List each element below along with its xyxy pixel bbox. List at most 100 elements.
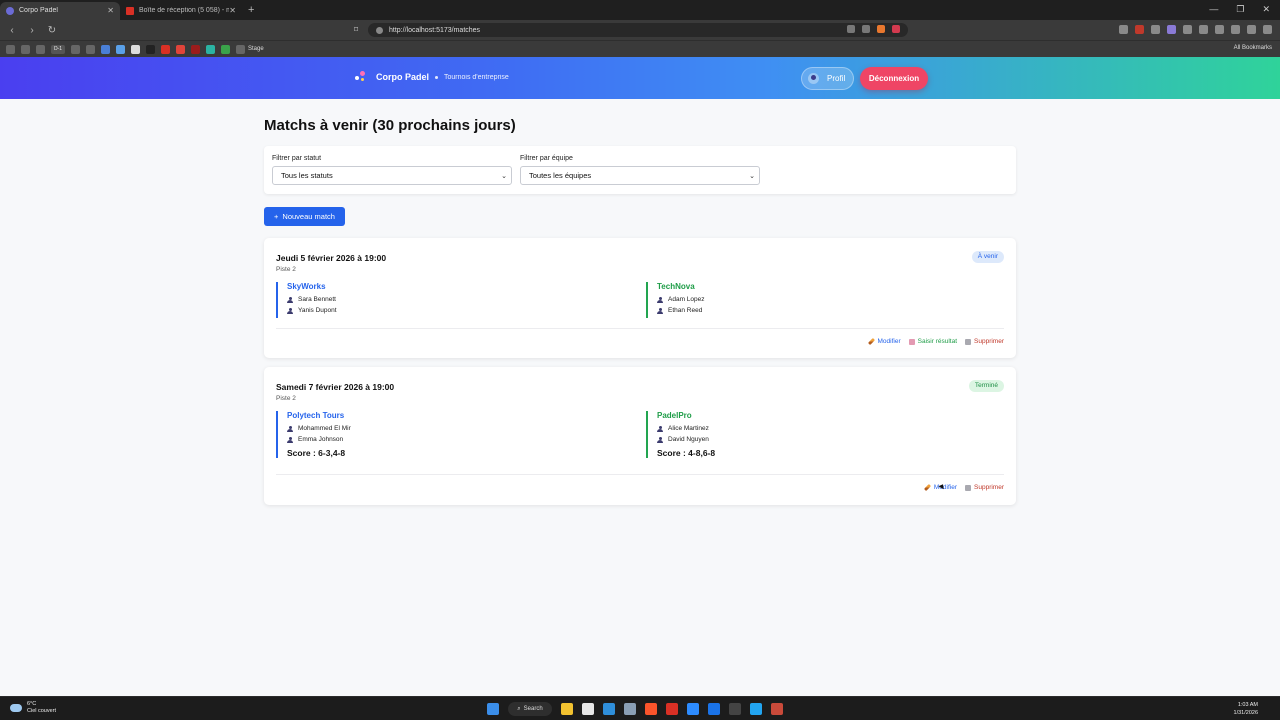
bookmark-folder-label: Stage bbox=[248, 46, 264, 52]
bookmark-icon[interactable] bbox=[36, 44, 45, 54]
brave-rewards-icon[interactable] bbox=[892, 25, 900, 33]
restore-icon[interactable]: ❐ bbox=[1236, 4, 1244, 15]
edge-icon[interactable] bbox=[603, 703, 615, 715]
tab-label: Corpo Padel bbox=[19, 7, 58, 14]
enter-result-button[interactable]: Saisir résultat bbox=[908, 338, 958, 345]
bookmark-icon[interactable] bbox=[6, 44, 15, 54]
search-icon: ⌕ bbox=[517, 705, 521, 712]
team-filter-label: Filtrer par équipe bbox=[520, 155, 573, 162]
match-card: Samedi 7 février 2026 à 19:00 Piste 2 Te… bbox=[264, 367, 1016, 505]
sidebar-icon[interactable] bbox=[1215, 25, 1224, 34]
vpn-icon[interactable] bbox=[1247, 25, 1256, 34]
gmail-icon[interactable] bbox=[666, 703, 678, 715]
match-actions: Modifier Supprimer bbox=[923, 483, 1004, 492]
player: Alice Martinez bbox=[657, 425, 715, 432]
bookmark-folder-stage[interactable]: Stage bbox=[236, 44, 264, 54]
player-name: Emma Johnson bbox=[298, 436, 344, 443]
bookmark-icon[interactable] bbox=[176, 44, 185, 54]
zoom-icon[interactable] bbox=[687, 703, 699, 715]
extension-icon[interactable] bbox=[1183, 25, 1192, 34]
weather-widget[interactable]: 6°C Ciel couvert bbox=[10, 701, 56, 715]
reload-icon[interactable]: ↻ bbox=[44, 25, 60, 36]
status-badge: Terminé bbox=[968, 380, 1004, 392]
tab-corpo-padel[interactable]: Corpo Padel ✕ bbox=[0, 1, 120, 20]
close-window-icon[interactable]: ✕ bbox=[1262, 4, 1270, 15]
minimize-icon[interactable]: — bbox=[1209, 4, 1218, 15]
app-icon[interactable] bbox=[708, 703, 720, 715]
extension-icon[interactable] bbox=[1151, 25, 1160, 34]
delete-button[interactable]: Supprimer bbox=[965, 484, 1004, 491]
match-court: Piste 2 bbox=[276, 266, 296, 273]
delete-button[interactable]: Supprimer bbox=[965, 338, 1004, 345]
match-date: Samedi 7 février 2026 à 19:00 bbox=[276, 382, 395, 392]
app-icon[interactable] bbox=[729, 703, 741, 715]
divider bbox=[276, 474, 1004, 475]
wallet-icon[interactable] bbox=[1231, 25, 1240, 34]
forward-icon[interactable]: › bbox=[24, 25, 40, 36]
taskbar-apps: ⌕ Search bbox=[487, 702, 783, 716]
bookmark-icon[interactable] bbox=[21, 44, 30, 54]
vscode-icon[interactable] bbox=[750, 703, 762, 715]
brave-shield-icon[interactable] bbox=[877, 25, 885, 33]
plus-icon: + bbox=[274, 212, 279, 221]
player: Ethan Reed bbox=[657, 307, 705, 314]
chevron-down-icon: ⌄ bbox=[501, 172, 507, 180]
edit-button[interactable]: Modifier bbox=[867, 337, 901, 346]
calendar-icon[interactable] bbox=[582, 703, 594, 715]
photos-icon[interactable] bbox=[624, 703, 636, 715]
brave-icon[interactable] bbox=[645, 703, 657, 715]
bookmark-icon[interactable] bbox=[116, 44, 125, 54]
team-a: SkyWorks Sara Bennett Yanis Dupont bbox=[276, 282, 337, 318]
logout-button[interactable]: Déconnexion bbox=[860, 67, 928, 90]
new-tab-icon[interactable]: + bbox=[248, 4, 254, 16]
bookmark-icon[interactable]: ⌑ bbox=[354, 25, 358, 34]
key-icon[interactable] bbox=[847, 25, 855, 33]
url-bar[interactable]: http://localhost:5173/matches bbox=[368, 23, 908, 37]
team-select[interactable]: Toutes les équipes ⌄ bbox=[520, 166, 760, 185]
all-bookmarks[interactable]: All Bookmarks bbox=[1234, 45, 1272, 51]
player: Emma Johnson bbox=[287, 436, 351, 443]
player-name: David Nguyen bbox=[668, 436, 709, 443]
menu-icon[interactable] bbox=[1263, 25, 1272, 34]
user-icon bbox=[657, 436, 663, 443]
extension-icon[interactable] bbox=[1135, 25, 1144, 34]
app-icon[interactable] bbox=[771, 703, 783, 715]
bookmark-icon[interactable] bbox=[191, 44, 200, 54]
brand[interactable]: Corpo Padel Tournois d'entreprise bbox=[355, 71, 509, 83]
clock[interactable]: 1:03 AM 1/31/2026 bbox=[1234, 701, 1258, 717]
folder-icon[interactable] bbox=[86, 44, 95, 54]
bookmark-icon[interactable] bbox=[146, 44, 155, 54]
close-icon[interactable]: ✕ bbox=[229, 6, 236, 15]
result-label: Saisir résultat bbox=[917, 338, 958, 345]
gmail-icon[interactable] bbox=[161, 44, 170, 54]
profile-button[interactable]: Profil bbox=[801, 67, 854, 90]
player: Adam Lopez bbox=[657, 296, 705, 303]
back-icon[interactable]: ‹ bbox=[4, 25, 20, 36]
share-icon[interactable] bbox=[862, 25, 870, 33]
close-icon[interactable]: ✕ bbox=[107, 6, 114, 15]
bookmark-d1[interactable]: D-1 bbox=[51, 44, 65, 54]
user-icon bbox=[657, 296, 663, 303]
site-info-icon[interactable] bbox=[376, 26, 383, 34]
tab-gmail[interactable]: Boîte de réception (5 058) - medelmi ✕ bbox=[120, 2, 242, 20]
bookmark-icon[interactable] bbox=[221, 44, 230, 54]
bookmark-icon[interactable] bbox=[131, 44, 140, 54]
status-select[interactable]: Tous les statuts ⌄ bbox=[272, 166, 512, 185]
team-name: SkyWorks bbox=[287, 282, 326, 291]
file-explorer-icon[interactable] bbox=[561, 703, 573, 715]
trash-icon bbox=[965, 484, 972, 491]
bookmarks-bar: D-1 Stage All Bookmarks bbox=[0, 40, 1280, 57]
url-text: http://localhost:5173/matches bbox=[389, 26, 481, 34]
apps-grid-icon[interactable] bbox=[71, 44, 80, 54]
windows-start-icon[interactable] bbox=[487, 703, 499, 715]
bookmark-icon[interactable] bbox=[101, 44, 110, 54]
extension-icon[interactable] bbox=[1167, 25, 1176, 34]
bookmark-icon[interactable] bbox=[206, 44, 215, 54]
extension-icon[interactable] bbox=[1119, 25, 1128, 34]
new-match-button[interactable]: + Nouveau match bbox=[264, 207, 345, 226]
match-actions: Modifier Saisir résultat Supprimer bbox=[867, 337, 1004, 346]
chevron-down-icon: ⌄ bbox=[749, 172, 755, 180]
user-icon bbox=[287, 296, 293, 303]
taskbar-search[interactable]: ⌕ Search bbox=[508, 702, 552, 716]
extension-icon[interactable] bbox=[1199, 25, 1208, 34]
